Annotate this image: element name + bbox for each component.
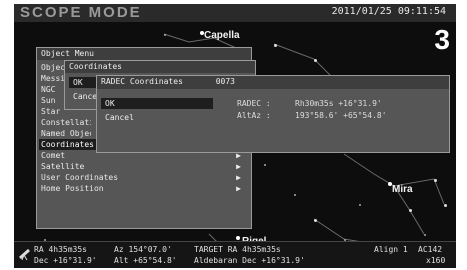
object-menu-item-ngc[interactable]: NGC	[41, 84, 66, 95]
menu-item-label: Named Objects	[41, 129, 91, 138]
object-menu-item-user-coordinates[interactable]: User Coordinates ▶	[41, 172, 247, 183]
menu-item-label: Messier	[41, 74, 66, 83]
menu-item-label: Satellite	[41, 162, 85, 171]
object-menu-item-home-position[interactable]: Home Position ▶	[41, 183, 247, 194]
radec-cancel-button[interactable]: Cancel	[101, 112, 165, 123]
menu-item-label: User Coordinates	[41, 173, 119, 182]
radec-ok-button[interactable]: OK	[101, 98, 213, 109]
star	[164, 34, 166, 36]
object-menu-title: Object Menu	[37, 48, 251, 60]
status-code: x160	[426, 256, 446, 265]
menu-item-label: Constellation	[41, 118, 91, 127]
object-menu-item-sun[interactable]: Sun	[41, 95, 66, 106]
radec-window-id: 0073	[215, 77, 235, 86]
sky-label-mira: Mira	[392, 184, 413, 195]
coordinates-menu-title: Coordinates	[65, 61, 255, 73]
radec-coordinates-window: RADEC Coordinates 0073 OK Cancel RADEC :…	[96, 75, 450, 153]
star	[444, 204, 447, 207]
status-ac: AC142	[418, 245, 443, 254]
star	[424, 234, 426, 236]
status-az: Az 154°07.0'	[114, 245, 172, 254]
object-menu-item-messier[interactable]: Messier	[41, 73, 66, 84]
star	[409, 209, 412, 212]
menu-item-label: Coordinates	[41, 140, 94, 149]
object-menu-item-object[interactable]: Object	[41, 62, 66, 73]
radec-window-title-text: RADEC Coordinates	[101, 77, 183, 86]
object-menu-item-satellite[interactable]: Satellite ▶	[41, 161, 247, 172]
telescope-icon	[19, 248, 30, 261]
menu-item-label: Star	[41, 107, 61, 116]
status-align: Align 1	[374, 245, 408, 254]
object-menu-item-star[interactable]: Star	[41, 106, 66, 117]
menu-item-label: Comet	[41, 151, 66, 160]
status-bar: RA 4h35m35s Az 154°07.0' TARGET RA 4h35m…	[14, 241, 456, 268]
star	[236, 236, 240, 240]
status-ra: RA 4h35m35s	[34, 245, 87, 254]
status-alt: Alt +65°54.8'	[114, 256, 177, 265]
altaz-value: 193°58.6' +65°54.8'	[295, 111, 387, 120]
altaz-label: AltAz :	[237, 111, 271, 120]
star	[274, 44, 277, 47]
star	[434, 179, 437, 182]
submenu-arrow-icon: ▶	[236, 184, 241, 193]
star	[314, 59, 317, 62]
menu-item-label: Object	[41, 63, 66, 72]
scope-screen: SCOPE MODE 2011/01/25 09:11:54 3 Capella…	[14, 4, 456, 268]
sky-label-capella: Capella	[204, 30, 240, 41]
object-menu-item-constellation[interactable]: Constellation	[41, 117, 91, 128]
menu-item-label: Sun	[41, 96, 56, 105]
star	[314, 219, 317, 222]
object-menu-item-named-objects[interactable]: Named Objects	[41, 128, 91, 139]
radec-label: RADEC :	[237, 99, 271, 108]
star	[359, 204, 361, 206]
star	[294, 194, 296, 196]
radec-window-title: RADEC Coordinates 0073	[97, 76, 449, 89]
radec-value: Rh30m35s +16°31.9'	[295, 99, 382, 108]
status-target-name: Aldebaran Dec +16°31.9'	[194, 256, 305, 265]
status-target: TARGET RA 4h35m35s	[194, 245, 281, 254]
submenu-arrow-icon: ▶	[236, 162, 241, 171]
menu-item-label: NGC	[41, 85, 56, 94]
status-dec: Dec +16°31.9'	[34, 256, 97, 265]
star	[264, 164, 266, 166]
menu-item-label: Home Position	[41, 184, 104, 193]
submenu-arrow-icon: ▶	[236, 173, 241, 182]
